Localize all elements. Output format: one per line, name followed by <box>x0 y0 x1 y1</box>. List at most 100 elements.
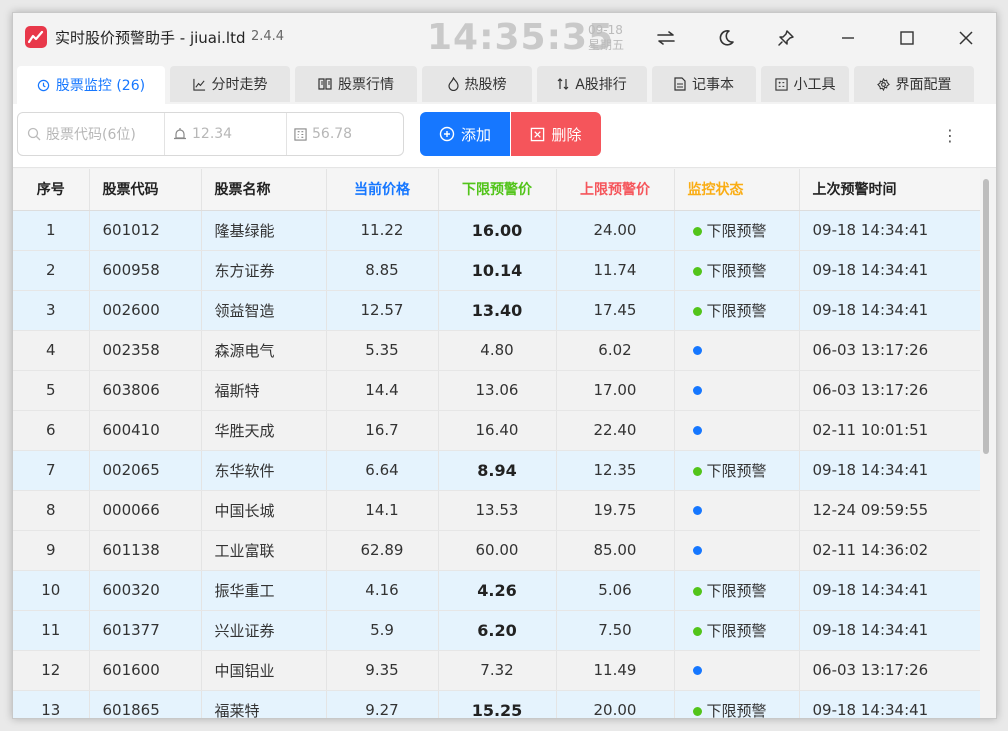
cell-high: 11.49 <box>556 650 675 691</box>
clock-icon <box>37 79 50 91</box>
alert-status-dot-icon <box>692 266 702 276</box>
gear-icon <box>876 77 890 91</box>
table-row[interactable]: 3 002600 领益智造 12.57 13.40 17.45 下限预警 09-18 14:3… <box>13 290 980 331</box>
swap-icon[interactable] <box>649 23 683 53</box>
header-low[interactable]: 下限预警价 <box>438 169 557 211</box>
cell-low: 10.14 <box>438 250 557 291</box>
tab-tools[interactable]: 小工具 <box>761 66 849 102</box>
cell-status <box>674 530 800 571</box>
maximize-icon[interactable] <box>890 23 924 53</box>
header-status[interactable]: 监控状态 <box>674 169 800 211</box>
cell-high: 6.02 <box>556 330 675 371</box>
table-row[interactable]: 5 603806 福斯特 14.4 13.06 17.00 06-03 13:17:26 <box>13 370 980 411</box>
pin-icon[interactable] <box>769 23 803 53</box>
cell-name: 领益智造 <box>201 290 327 331</box>
cell-low: 4.80 <box>438 330 557 371</box>
header-price[interactable]: 当前价格 <box>326 169 439 211</box>
tab-ui-config[interactable]: 界面配置 <box>854 66 974 102</box>
cell-status: 下限预警 <box>674 690 800 718</box>
cell-index: 1 <box>13 210 90 251</box>
high-price-input[interactable]: 56.78 <box>294 113 394 155</box>
tab-stock-monitor[interactable]: 股票监控 (26) <box>17 66 165 104</box>
tab-a-share-ranking[interactable]: A股排行 <box>537 66 647 102</box>
app-title: 实时股价预警助手 - jiuai.ltd <box>55 29 246 47</box>
app-logo-icon <box>25 26 47 48</box>
header-last-time[interactable]: 上次预警时间 <box>799 169 980 211</box>
alert-status-dot-icon <box>692 466 702 476</box>
table-row[interactable]: 10 600320 振华重工 4.16 4.26 5.06 下限预警 09-18 14:34:… <box>13 570 980 611</box>
tab-label: 分时走势 <box>211 77 268 93</box>
cell-last-time: 09-18 14:34:41 <box>799 290 980 331</box>
cell-index: 2 <box>13 250 90 291</box>
idle-status-dot-icon <box>692 666 702 675</box>
header-name[interactable]: 股票名称 <box>201 169 327 211</box>
table-row[interactable]: 2 600958 东方证券 8.85 10.14 11.74 下限预警 09-18 14:34… <box>13 250 980 291</box>
table-row[interactable]: 11 601377 兴业证券 5.9 6.20 7.50 下限预警 09-18 14:34:4… <box>13 610 980 651</box>
cell-index: 13 <box>13 690 90 718</box>
cell-status <box>674 650 800 691</box>
cell-low: 13.40 <box>438 290 557 331</box>
table-row[interactable]: 4 002358 森源电气 5.35 4.80 6.02 06-03 13:17:26 <box>13 330 980 371</box>
cell-price: 11.22 <box>326 210 439 251</box>
cell-name: 福斯特 <box>201 370 327 411</box>
cell-low: 16.40 <box>438 410 557 451</box>
add-button[interactable]: 添加 <box>420 112 510 156</box>
status-text: 下限预警 <box>706 621 767 640</box>
cell-status <box>674 410 800 451</box>
cell-last-time: 09-18 14:34:41 <box>799 450 980 491</box>
close-icon[interactable] <box>949 23 983 53</box>
low-price-placeholder: 12.34 <box>192 126 233 142</box>
tab-label: 热股榜 <box>464 77 507 93</box>
header-index[interactable]: 序号 <box>13 169 90 211</box>
add-stock-form: 股票代码(6位) 12.34 56.78 <box>17 112 404 156</box>
weekday-text: 星期五 <box>588 38 625 52</box>
tab-market[interactable]: 股票行情 <box>295 66 417 102</box>
cell-high: 19.75 <box>556 490 675 531</box>
table-row[interactable]: 9 601138 工业富联 62.89 60.00 85.00 02-11 14:36:02 <box>13 530 980 571</box>
low-price-input[interactable]: 12.34 <box>173 113 283 155</box>
cell-name: 东方证券 <box>201 250 327 291</box>
cell-price: 4.16 <box>326 570 439 611</box>
status-text: 下限预警 <box>706 581 767 600</box>
cell-index: 10 <box>13 570 90 611</box>
cell-code: 000066 <box>89 490 202 531</box>
delete-button[interactable]: 删除 <box>511 112 601 156</box>
table-row[interactable]: 1 601012 隆基绿能 11.22 16.00 24.00 下限预警 09-18 14:3… <box>13 210 980 251</box>
table-row[interactable]: 7 002065 东华软件 6.64 8.94 12.35 下限预警 09-18 14:34:… <box>13 450 980 491</box>
header-code[interactable]: 股票代码 <box>89 169 202 211</box>
more-options-icon[interactable]: ⋮ <box>942 126 958 145</box>
moon-icon[interactable] <box>709 23 743 53</box>
search-icon <box>27 127 41 141</box>
tab-hot-stocks[interactable]: 热股榜 <box>422 66 532 102</box>
cell-low: 7.32 <box>438 650 557 691</box>
cell-code: 603806 <box>89 370 202 411</box>
tab-label: 记事本 <box>692 77 734 93</box>
idle-status-dot-icon <box>692 546 702 555</box>
tab-label: A股排行 <box>575 77 627 93</box>
tools-icon <box>774 77 788 91</box>
stock-table: 序号 股票代码 股票名称 当前价格 下限预警价 上限预警价 监控状态 上次预警时… <box>13 169 980 718</box>
table-row[interactable]: 13 601865 福莱特 9.27 15.25 20.00 下限预警 09-18 14:34… <box>13 690 980 718</box>
table-row[interactable]: 8 000066 中国长城 14.1 13.53 19.75 12-24 09:59:55 <box>13 490 980 531</box>
cell-high: 22.40 <box>556 410 675 451</box>
cell-high: 11.74 <box>556 250 675 291</box>
date-text: 09-18 <box>588 23 623 37</box>
cell-last-time: 09-18 14:34:41 <box>799 610 980 651</box>
status-text: 下限预警 <box>706 261 767 280</box>
stock-code-input[interactable]: 股票代码(6位) <box>27 113 162 155</box>
high-price-placeholder: 56.78 <box>312 126 353 142</box>
tab-intraday-trend[interactable]: 分时走势 <box>170 66 290 102</box>
table-row[interactable]: 12 601600 中国铝业 9.35 7.32 11.49 06-03 13:17:26 <box>13 650 980 691</box>
tab-label: 股票行情 <box>338 77 394 93</box>
cell-status: 下限预警 <box>674 570 800 611</box>
tab-notepad[interactable]: 记事本 <box>652 66 756 102</box>
minimize-icon[interactable] <box>831 23 865 53</box>
table-row[interactable]: 6 600410 华胜天成 16.7 16.40 22.40 02-11 10:01:51 <box>13 410 980 451</box>
clock: 14:35:35 <box>427 17 615 58</box>
cell-price: 62.89 <box>326 530 439 571</box>
header-high[interactable]: 上限预警价 <box>556 169 675 211</box>
book-icon <box>318 78 332 90</box>
status-text: 下限预警 <box>706 221 767 240</box>
cell-low: 13.53 <box>438 490 557 531</box>
scrollbar-thumb[interactable] <box>983 179 989 454</box>
